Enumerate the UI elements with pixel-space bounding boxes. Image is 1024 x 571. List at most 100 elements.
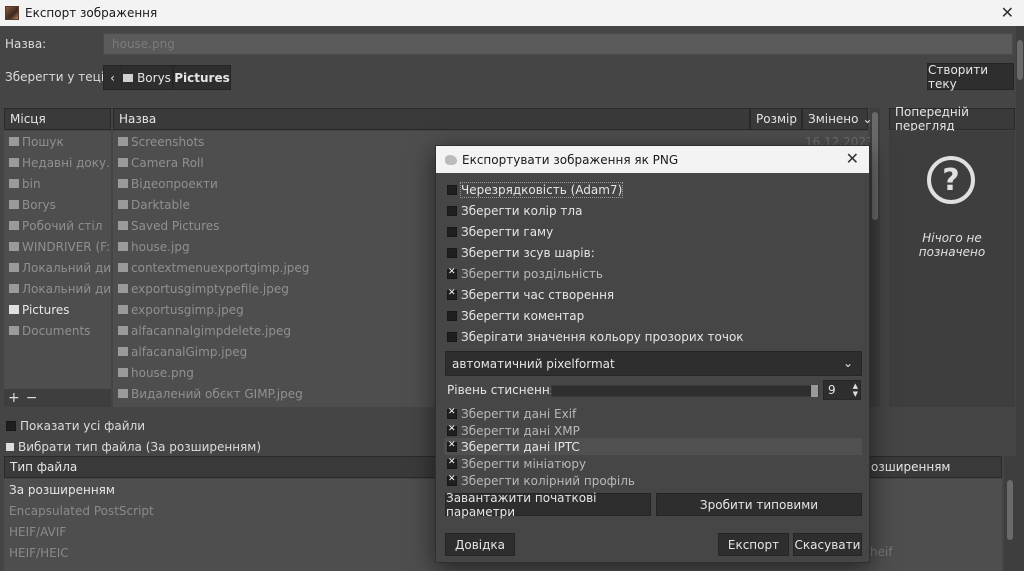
option-save-resolution[interactable]: Зберегти роздільність [447,264,603,283]
option-interlacing[interactable]: Черезрядковість (Adam7) [447,180,624,199]
compression-slider[interactable] [551,385,819,397]
filetype-scrollbar-thumb[interactable] [1007,480,1013,540]
place-item-local-disk-2[interactable]: Локальний ди… [4,278,111,299]
file-name: Screenshots [131,134,205,149]
places-header[interactable]: Місця [4,108,111,130]
option-label: Зберегти колірний профіль [461,473,635,488]
help-button[interactable]: Довідка [445,533,515,556]
window-title: Експорт зображення [25,6,158,20]
option-label: Зберегти мініатюру [461,456,587,471]
export-button[interactable]: Експорт [718,533,789,556]
place-label: bin [22,176,41,191]
file-name: house.jpg [131,239,190,254]
checkbox-box [447,310,457,321]
preview-header: Попередній перегляд [889,105,1015,133]
checkbox-box [6,421,16,431]
option-label: Зберегти колір тла [461,203,583,218]
option-save-creation-time[interactable]: Зберегти час створення [447,285,614,304]
option-label: Зберігати значення кольору прозорих точо… [461,329,744,344]
folder-icon [9,179,19,188]
option-save-comment[interactable]: Зберегти коментар [447,306,584,325]
folder-icon [9,221,19,230]
option-save-color-profile[interactable]: Зберегти колірний профіль [447,471,635,490]
filetype-scrollbar[interactable] [1004,456,1016,571]
option-save-gamma[interactable]: Зберегти гаму [447,222,553,241]
save-defaults-button[interactable]: Зробити типовими [656,493,862,516]
show-all-files-checkbox[interactable]: Показати усі файли [6,419,145,433]
files-column-modified[interactable]: Змінено ⌄ [802,108,873,130]
folder-icon [118,158,128,167]
collapse-icon [6,443,14,451]
load-defaults-button[interactable]: Завантажити початкові параметри [445,491,651,519]
compression-slider-handle[interactable] [811,385,818,397]
checkbox-box [447,247,457,258]
option-label: Зберегти дані IPTC [461,439,580,454]
save-in-label: Зберегти у теці: [5,70,109,84]
files-scrollbar[interactable] [870,108,880,407]
option-save-transparent-color[interactable]: Зберігати значення кольору прозорих точо… [447,327,744,346]
chevron-left-icon: ‹ [110,70,115,85]
create-folder-button[interactable]: Створити теку [927,63,1014,91]
pixelformat-select[interactable]: автоматичний pixelformat ⌄ [445,351,862,376]
option-label: Зберегти дані Exif [461,406,577,421]
filename-input[interactable]: house.png [103,33,1013,55]
place-item-bin[interactable]: bin [4,173,111,194]
cancel-button[interactable]: Скасувати [793,533,862,556]
path-back-button[interactable]: ‹ [103,65,122,90]
path-segment-pictures[interactable]: Pictures [173,65,231,90]
places-list: Пошук Недавні доку… bin Borys Робочий ст… [4,131,111,389]
place-item-documents[interactable]: Documents [4,320,111,341]
file-name: Saved Pictures [131,218,220,233]
place-item-local-disk-1[interactable]: Локальний ди… [4,257,111,278]
option-save-bg-color[interactable]: Зберегти колір тла [447,201,582,220]
question-icon: ? [927,156,975,204]
compression-spinbox[interactable]: 9 ▲ ▼ [823,380,861,400]
checkbox-box-checked [447,474,457,486]
place-item-windriver[interactable]: WINDRIVER (F:) [4,236,111,257]
place-item-recent[interactable]: Недавні доку… [4,152,111,173]
dialog-close-icon[interactable]: ✕ [846,149,859,168]
file-name: exportusgimp.jpeg [131,302,244,317]
window-titlebar: Експорт зображення ✕ [0,0,1024,26]
window-close-icon[interactable]: ✕ [1001,3,1014,22]
image-file-icon [118,368,128,377]
path-segment-borys[interactable]: Borys [121,65,173,90]
place-item-desktop[interactable]: Робочий стіл [4,215,111,236]
image-file-icon [118,263,128,272]
place-item-pictures[interactable]: Pictures [4,299,111,320]
add-place-button[interactable]: + [8,390,20,406]
files-scrollbar-thumb[interactable] [872,112,878,220]
window-scrollbar-thumb[interactable] [1017,40,1023,80]
place-label: Пошук [22,134,64,149]
image-file-icon [118,242,128,251]
filetype-column-extensions[interactable]: озширенням [871,460,950,474]
window-scrollbar[interactable] [1016,26,1024,571]
file-type-expander[interactable]: Вибрати тип файла (За розширенням) [6,440,261,454]
option-label: Зберегти коментар [461,308,585,323]
filetype-column-type[interactable]: Тип файла [10,460,77,474]
remove-place-button[interactable]: − [26,390,38,406]
recent-icon [9,158,19,167]
file-name: alfacanalGimp.jpeg [131,344,248,359]
file-name: Відеопроекти [131,176,218,191]
filetype-ext-hint: heif [870,545,893,559]
places-toolbar: + − [4,389,111,407]
checkbox-box-checked [447,407,457,419]
image-file-icon [118,305,128,314]
checkbox-box-checked [447,424,457,436]
image-file-icon [118,347,128,356]
option-save-layer-offset[interactable]: Зберегти зсув шарів: [447,243,595,262]
files-column-size[interactable]: Розмір [750,108,802,130]
place-item-borys[interactable]: Borys [4,194,111,215]
place-item-search[interactable]: Пошук [4,131,111,152]
wilber-icon [445,154,457,165]
files-column-name[interactable]: Назва [113,108,750,130]
option-label: Зберегти зсув шарів: [461,245,595,260]
spin-arrows-icon[interactable]: ▲ ▼ [853,382,858,398]
checkbox-box [447,205,457,216]
option-label: Зберегти гаму [461,224,554,239]
place-label: Робочий стіл [22,218,103,233]
name-label: Назва: [5,37,47,51]
image-file-icon [118,326,128,335]
folder-icon [123,73,134,82]
